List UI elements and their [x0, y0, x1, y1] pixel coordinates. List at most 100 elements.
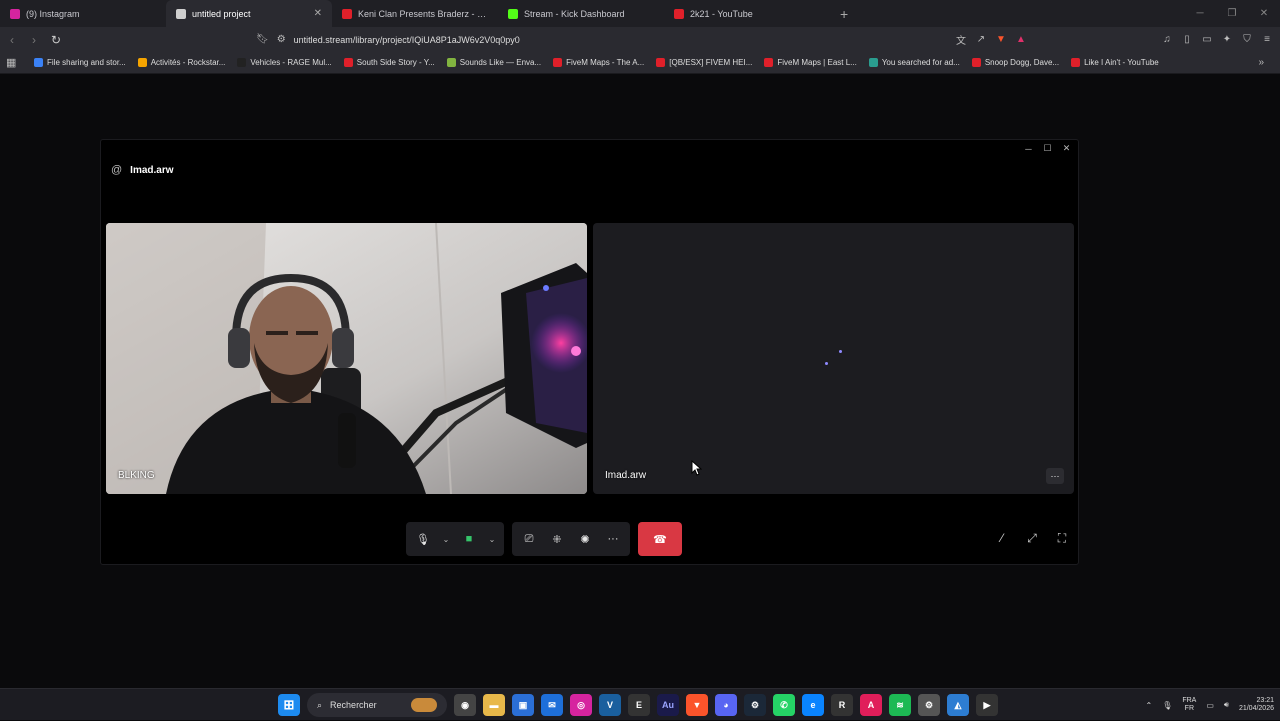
tab-close-icon[interactable]: ✕ — [314, 8, 322, 19]
bookmark-label: FiveM Maps | East L... — [777, 58, 857, 67]
menu-icon[interactable]: ≡ — [1260, 33, 1274, 47]
brave-icon[interactable]: ▼ — [686, 694, 708, 716]
browser-tab[interactable]: untitled project ✕ — [166, 0, 332, 27]
call-maximize-icon[interactable]: ☐ — [1040, 142, 1055, 155]
tab-favicon-icon — [508, 8, 518, 19]
bookmark-label: File sharing and stor... — [47, 58, 126, 67]
back-icon[interactable]: ‹ — [2, 30, 22, 50]
bookmarks-more-icon[interactable]: » — [1258, 57, 1264, 68]
audition-icon[interactable]: Au — [657, 694, 679, 716]
bookmark-item[interactable]: FiveM Maps - The A... — [547, 58, 650, 67]
bookmark-item[interactable]: You searched for ad... — [863, 58, 966, 67]
clock-time: 23:21 — [1256, 696, 1274, 704]
vpn-icon[interactable]: ⛉ — [1240, 33, 1254, 47]
microphone-icon[interactable]: 🎙︎ — [412, 528, 434, 550]
media-icon[interactable]: ♫ — [1160, 33, 1174, 47]
mail-icon[interactable]: ✉ — [541, 694, 563, 716]
loading-dot — [825, 362, 828, 365]
soundboard-icon[interactable]: ✺ — [574, 528, 596, 550]
bookmark-item[interactable]: Sounds Like — Enva... — [441, 58, 547, 67]
leo-icon[interactable]: ✦ — [1220, 33, 1234, 47]
brave-rewards-icon[interactable]: ▲ — [1014, 33, 1028, 47]
url-field[interactable]: 🔖︎ ⚙︎ untitled.stream/library/project/IQ… — [256, 29, 996, 50]
wallet-icon[interactable]: ▭ — [1200, 33, 1214, 47]
steam-icon[interactable]: ⚙ — [744, 694, 766, 716]
call-close-icon[interactable]: ✕ — [1059, 142, 1074, 155]
file-explorer-icon[interactable]: ▬ — [483, 694, 505, 716]
bookmark-favicon-icon — [1071, 58, 1081, 67]
minimize-icon[interactable]: ─ — [1184, 0, 1216, 27]
fullscreen-icon[interactable]: ⛶ — [1052, 528, 1072, 548]
effects-off-icon[interactable]: ⁄ — [992, 528, 1012, 548]
vegas-icon[interactable]: V — [599, 694, 621, 716]
reload-icon[interactable]: ↻ — [46, 30, 66, 50]
volume-icon[interactable]: 🔊︎ — [1224, 700, 1229, 710]
apps-grid-icon[interactable]: ▦ — [6, 56, 20, 69]
browser-tab[interactable]: Keni Clan Presents Braderz - F'Dlam — [332, 0, 498, 27]
photos-icon[interactable]: ◭ — [947, 694, 969, 716]
epic-games-icon[interactable]: E — [628, 694, 650, 716]
instagram-icon[interactable]: ◎ — [570, 694, 592, 716]
edge-icon[interactable]: e — [802, 694, 824, 716]
activities-icon[interactable]: ⁜ — [546, 528, 568, 550]
tray-overflow-icon[interactable]: ⌃ — [1145, 701, 1152, 710]
language-code: FRA — [1182, 696, 1197, 704]
local-participant-name: BLKING — [118, 470, 155, 481]
bookmark-item[interactable]: File sharing and stor... — [28, 58, 132, 67]
rockstar-icon[interactable]: R — [831, 694, 853, 716]
hang-up-button[interactable]: ☎︎ — [638, 522, 682, 556]
maximize-icon[interactable]: ❐ — [1216, 0, 1248, 27]
sidebar-icon[interactable]: ▯ — [1180, 33, 1194, 47]
tray-microphone-icon[interactable]: 🎙︎ — [1162, 701, 1172, 710]
translate-icon[interactable]: 文 — [954, 33, 968, 47]
local-video-tile[interactable]: BLKING — [106, 223, 587, 494]
tab-strip: (9) Instagram untitled project ✕ Keni Clan … — [0, 0, 830, 27]
spotify-icon[interactable]: ≋ — [889, 694, 911, 716]
popout-icon[interactable]: ⤢ — [1022, 528, 1042, 548]
remote-video-tile[interactable]: Imad.arw ··· — [593, 223, 1074, 494]
camera-options-chevron-icon[interactable]: ⌄ — [486, 528, 498, 550]
clock[interactable]: 23:21 21/04/2026 — [1239, 697, 1274, 714]
system-tray: ⌃ 🎙︎ FRA FR ▭ 🔊︎ 23:21 21/04/2026 — [1145, 689, 1274, 721]
bookmark-label: FiveM Maps - The A... — [566, 58, 645, 67]
github-icon[interactable]: ◉ — [454, 694, 476, 716]
language-indicator[interactable]: FRA FR — [1182, 697, 1196, 714]
start-windows-icon[interactable]: ⊞ — [278, 694, 300, 716]
address-bar: ‹ › ↻ 🔖︎ ⚙︎ untitled.stream/library/proj… — [0, 27, 1280, 52]
camera-icon[interactable]: ■ — [458, 528, 480, 550]
bookmark-item[interactable]: Like I Ain't - YouTube — [1065, 58, 1165, 67]
bookmark-item[interactable]: [QB/ESX] FIVEM HEI... — [650, 58, 758, 67]
bookmark-icon[interactable]: 🔖︎ — [256, 34, 269, 45]
mic-options-chevron-icon[interactable]: ⌄ — [440, 528, 452, 550]
call-minimize-icon[interactable]: ─ — [1021, 142, 1036, 155]
bookmark-item[interactable]: South Side Story - Y... — [338, 58, 441, 67]
brave-shield-icon[interactable]: ▼ — [994, 33, 1008, 47]
discord-icon[interactable]: ◕ — [715, 694, 737, 716]
share-icon[interactable]: ↗ — [974, 33, 988, 47]
whatsapp-icon[interactable]: ✆ — [773, 694, 795, 716]
taskbar-search[interactable]: ⌕ Rechercher — [307, 693, 447, 717]
participant-more-button[interactable]: ··· — [1046, 468, 1064, 484]
bookmark-item[interactable]: Snoop Dogg, Dave... — [966, 58, 1065, 67]
new-tab-button[interactable]: + — [830, 0, 858, 27]
network-icon[interactable]: ▭ — [1206, 701, 1214, 710]
loading-dot — [839, 350, 842, 353]
browser-tab[interactable]: Stream - Kick Dashboard — [498, 0, 664, 27]
bookmark-item[interactable]: FiveM Maps | East L... — [758, 58, 862, 67]
forward-icon[interactable]: › — [24, 30, 44, 50]
bookmark-label: Sounds Like — Enva... — [459, 58, 542, 67]
browser-tab[interactable]: (9) Instagram — [0, 0, 166, 27]
bookmark-item[interactable]: Vehicles - RAGE Mul... — [231, 58, 337, 67]
screen-share-icon[interactable]: ⎚ — [518, 528, 540, 550]
site-info-icon[interactable]: ⚙︎ — [277, 34, 286, 45]
store-icon[interactable]: ▣ — [512, 694, 534, 716]
close-window-icon[interactable]: ✕ — [1248, 0, 1280, 27]
bookmark-favicon-icon — [343, 58, 353, 67]
bookmark-item[interactable]: Activités - Rockstar... — [132, 58, 232, 67]
browser-tab-bar: (9) Instagram untitled project ✕ Keni Clan … — [0, 0, 1280, 27]
media-player-icon[interactable]: ▶ — [976, 694, 998, 716]
more-options-icon[interactable]: ··· — [602, 528, 624, 550]
browser-tab[interactable]: 2k21 - YouTube — [664, 0, 830, 27]
settings-icon[interactable]: ⚙ — [918, 694, 940, 716]
adobe-icon[interactable]: A — [860, 694, 882, 716]
